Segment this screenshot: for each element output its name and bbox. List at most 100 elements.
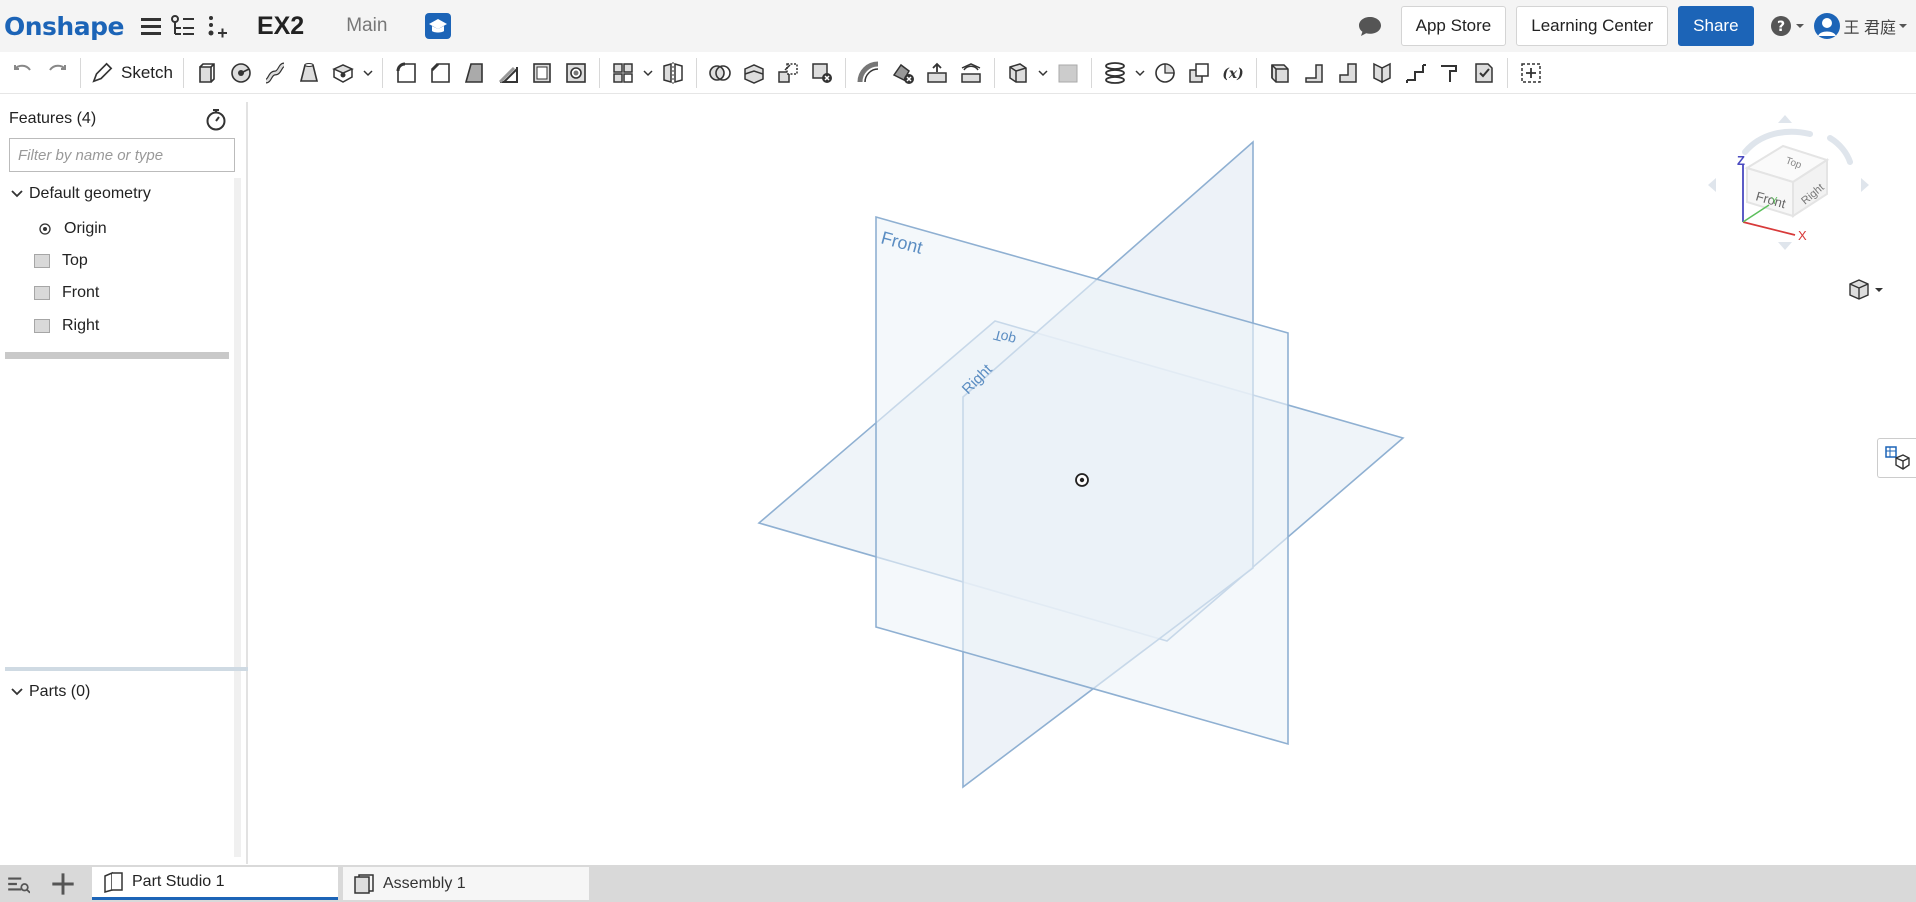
chevron-down-icon[interactable]: [9, 684, 25, 700]
add-custom-feature-icon[interactable]: [1514, 56, 1548, 90]
toolbar-divider: [1090, 57, 1092, 88]
panel-resize-divider[interactable]: [5, 667, 248, 671]
revolve-icon[interactable]: [224, 56, 258, 90]
delete-part-icon[interactable]: [805, 56, 839, 90]
workspace-name[interactable]: Main: [346, 15, 387, 37]
mirror-icon[interactable]: [656, 56, 690, 90]
composite-part-icon[interactable]: [1182, 56, 1216, 90]
toolbar-divider: [1506, 57, 1508, 88]
app-store-button[interactable]: App Store: [1400, 6, 1507, 46]
delete-face-icon[interactable]: [886, 56, 920, 90]
replace-face-icon[interactable]: [954, 56, 988, 90]
tree-item-label: Origin: [64, 220, 107, 237]
chevron-down-icon[interactable]: [640, 56, 656, 90]
help-icon[interactable]: ?: [1768, 11, 1806, 41]
part-studio-icon: [104, 871, 123, 893]
split-icon[interactable]: [737, 56, 771, 90]
sheet-metal-icon[interactable]: [1263, 56, 1297, 90]
toolbar-divider: [695, 57, 697, 88]
tree-item-label: Top: [62, 252, 88, 269]
menu-icon[interactable]: [136, 11, 166, 41]
flange-icon[interactable]: [1297, 56, 1331, 90]
add-tab-icon[interactable]: [46, 867, 80, 901]
plane-icon[interactable]: [1001, 56, 1035, 90]
rib-icon[interactable]: [491, 56, 525, 90]
redo-icon[interactable]: [40, 56, 74, 90]
learning-center-button[interactable]: Learning Center: [1516, 6, 1669, 46]
display-mode-icon[interactable]: [1846, 277, 1886, 303]
default-geometry-group[interactable]: Default geometry: [0, 180, 151, 208]
learning-icon[interactable]: [425, 13, 452, 39]
tab-list-icon[interactable]: [2, 867, 34, 901]
parts-list-scrollbar[interactable]: [234, 677, 241, 857]
tree-item-front[interactable]: Front: [0, 279, 99, 307]
user-menu-chevron-icon[interactable]: [1896, 19, 1910, 33]
finish-icon[interactable]: [1467, 56, 1501, 90]
wrap-icon[interactable]: [1148, 56, 1182, 90]
sketch-button[interactable]: Sketch: [87, 56, 177, 90]
tree-item-origin[interactable]: Origin: [0, 215, 107, 243]
corner-icon[interactable]: [1433, 56, 1467, 90]
feature-list-icon[interactable]: [168, 11, 198, 41]
shell-icon[interactable]: [525, 56, 559, 90]
tree-item-right[interactable]: Right: [0, 312, 99, 340]
parts-label: Parts (0): [29, 683, 91, 700]
draft-icon[interactable]: [457, 56, 491, 90]
toolbar-divider: [993, 57, 995, 88]
undo-icon[interactable]: [6, 56, 40, 90]
transform-icon[interactable]: [771, 56, 805, 90]
pattern-icon[interactable]: [606, 56, 640, 90]
user-name[interactable]: 王 君庭: [1844, 14, 1896, 38]
toolbar-divider: [844, 57, 846, 88]
tab-label: Assembly 1: [383, 874, 466, 892]
thicken-icon[interactable]: [326, 56, 360, 90]
hole-icon[interactable]: [559, 56, 593, 90]
tab-part-studio-1[interactable]: Part Studio 1: [92, 867, 338, 900]
svg-text:?: ?: [1776, 19, 1784, 35]
horizontal-scrollbar[interactable]: [5, 352, 229, 359]
fillet-icon[interactable]: [389, 56, 423, 90]
assembly-icon: [354, 873, 374, 894]
chevron-down-icon[interactable]: [1132, 56, 1148, 90]
helix-icon[interactable]: [1098, 56, 1132, 90]
tree-item-label: Front: [62, 284, 100, 301]
feature-list-scrollbar[interactable]: [234, 178, 241, 758]
variable-icon[interactable]: (x): [1216, 56, 1250, 90]
view-cube[interactable]: Top Front Right Z X Y: [1705, 110, 1885, 260]
appearance-panel-tab[interactable]: [1877, 438, 1916, 478]
origin-marker[interactable]: [1075, 473, 1089, 487]
feature-filter-input[interactable]: [9, 138, 235, 172]
loft-icon[interactable]: [292, 56, 326, 90]
tab-bar: Part Studio 1 Assembly 1: [0, 865, 1916, 902]
chevron-down-icon[interactable]: [1035, 56, 1051, 90]
sketch-icon: [92, 62, 113, 83]
rotate-right-arrow-icon: [1861, 178, 1869, 192]
chevron-down-icon[interactable]: [9, 186, 25, 202]
avatar[interactable]: [1812, 11, 1842, 41]
tree-item-top[interactable]: Top: [0, 247, 88, 275]
move-face-icon[interactable]: [920, 56, 954, 90]
joint-icon[interactable]: [1399, 56, 1433, 90]
rollback-timer-icon[interactable]: [204, 108, 228, 136]
chamfer-icon[interactable]: [423, 56, 457, 90]
bend-icon[interactable]: [1365, 56, 1399, 90]
modify-fillet-icon[interactable]: [852, 56, 886, 90]
share-button[interactable]: Share: [1678, 6, 1754, 46]
insert-icon[interactable]: [202, 11, 232, 41]
mate-connector-icon[interactable]: [1051, 56, 1085, 90]
extrude-icon[interactable]: [190, 56, 224, 90]
axis-z-label: Z: [1737, 153, 1745, 168]
boolean-icon[interactable]: [703, 56, 737, 90]
rotate-left-arrow-icon: [1708, 178, 1716, 192]
document-name[interactable]: EX2: [257, 12, 304, 41]
tab-assembly-1[interactable]: Assembly 1: [343, 867, 589, 900]
comments-icon[interactable]: [1355, 11, 1385, 41]
onshape-logo[interactable]: Onshape: [4, 12, 124, 41]
sweep-icon[interactable]: [258, 56, 292, 90]
tab-icon[interactable]: [1331, 56, 1365, 90]
toolbar-divider: [1255, 57, 1257, 88]
graphics-viewport[interactable]: Front Top Right Top Front Right Z X Y: [250, 95, 1916, 865]
default-planes: Front Top Right: [757, 140, 1405, 789]
parts-group[interactable]: Parts (0): [0, 678, 90, 706]
chevron-down-icon[interactable]: [360, 56, 376, 90]
